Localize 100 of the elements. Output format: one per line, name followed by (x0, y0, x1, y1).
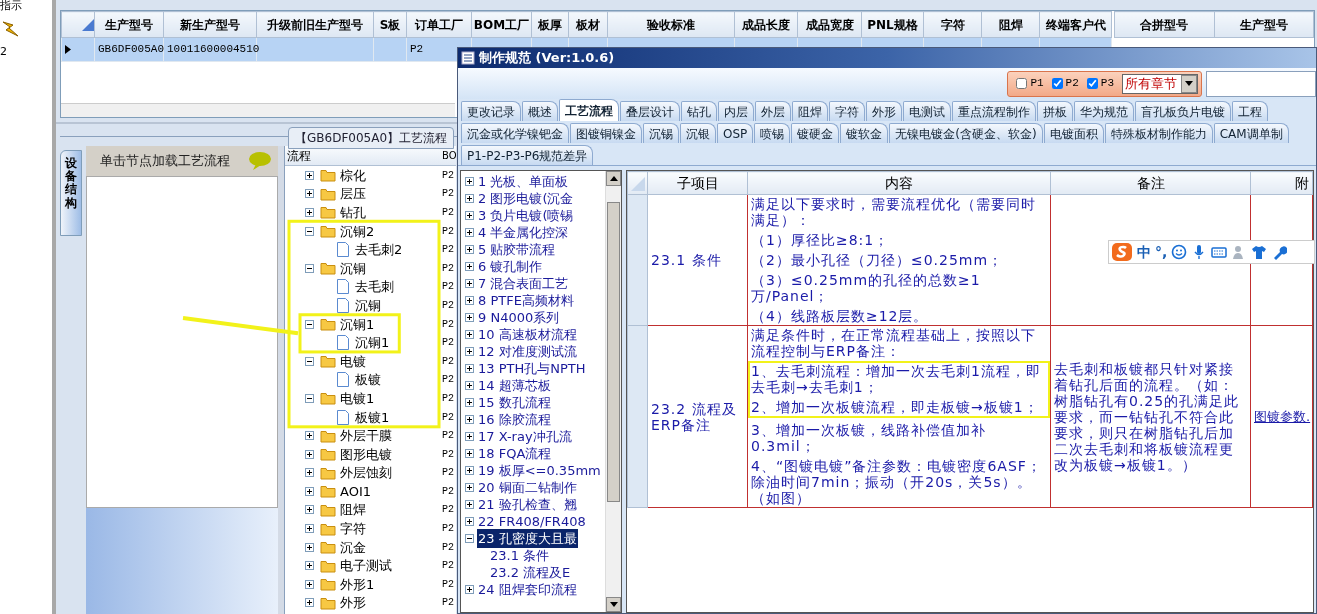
tree-item[interactable]: 23 孔密度大且最 (477, 528, 578, 549)
column-header[interactable]: 板材 (568, 11, 608, 38)
expand-icon[interactable] (305, 486, 314, 496)
column-header[interactable]: 流程 (285, 146, 442, 165)
tree-item[interactable]: 电子测试 (340, 559, 392, 573)
expand-icon[interactable] (465, 483, 474, 492)
collapse-icon[interactable] (305, 393, 314, 403)
checkbox-label[interactable]: P3 (1100, 75, 1114, 92)
tree-item[interactable]: 外层干膜 (340, 429, 392, 443)
tree-item[interactable]: 字符 (340, 522, 366, 536)
expand-icon[interactable] (305, 208, 314, 217)
tab[interactable]: 无镍电镀金(含硬金、软金) (889, 123, 1043, 143)
tab[interactable]: 镀硬金 (791, 123, 840, 143)
tab[interactable]: 外形 (866, 101, 902, 121)
checkbox[interactable] (1086, 78, 1098, 89)
expand-icon[interactable] (465, 194, 474, 203)
column-header[interactable]: 生产型号 (1214, 11, 1314, 38)
expand-icon[interactable] (305, 468, 314, 478)
tree-item[interactable]: 外层蚀刻 (340, 466, 392, 480)
expand-icon[interactable] (465, 415, 474, 424)
tree-item[interactable]: 外形1 (340, 577, 375, 591)
vertical-scrollbar[interactable] (605, 171, 621, 612)
tab[interactable]: CAM调单制 (1213, 123, 1289, 143)
column-header[interactable]: 验收标准 (607, 11, 735, 38)
tree-item[interactable]: 阻焊 (340, 503, 366, 517)
ime-label[interactable]: 中 (1137, 241, 1151, 263)
expand-icon[interactable] (465, 364, 474, 373)
tree-item[interactable]: 层压 (340, 187, 366, 201)
expand-icon[interactable] (465, 398, 474, 407)
column-header[interactable]: 板厚 (531, 11, 569, 38)
smiley-icon[interactable] (1171, 244, 1188, 260)
tab[interactable]: 钻孔 (681, 101, 717, 121)
checkbox-label[interactable]: P2 (1065, 75, 1079, 92)
tree-item[interactable]: AOI1 (340, 484, 371, 498)
column-header[interactable]: 新生产型号 (163, 11, 257, 38)
column-header[interactable]: BOM工厂 (471, 11, 532, 38)
tree-item[interactable]: 沉铜 (355, 298, 381, 312)
tab[interactable]: 内层 (718, 101, 754, 121)
checkbox[interactable] (1016, 78, 1028, 89)
expand-icon[interactable] (305, 542, 314, 552)
tree-item[interactable]: 电镀1 (340, 391, 375, 405)
column-header[interactable]: PNL规格 (861, 11, 924, 38)
collapse-icon[interactable] (305, 226, 314, 236)
keyboard-icon[interactable] (1211, 244, 1228, 260)
tab[interactable]: 沉金或化学镍钯金 (461, 123, 569, 143)
column-header[interactable]: 成品长度 (734, 11, 798, 38)
column-header[interactable]: 终端客户代 (1039, 11, 1112, 38)
collapse-icon[interactable] (305, 319, 314, 329)
expand-icon[interactable] (465, 296, 474, 305)
checkbox-label[interactable]: P1 (1030, 75, 1044, 92)
column-header[interactable]: 成品宽度 (797, 11, 862, 38)
tab[interactable]: 拼板 (1037, 101, 1073, 121)
tab[interactable]: 重点流程制作 (952, 101, 1036, 121)
column-header[interactable]: 字符 (923, 11, 982, 38)
horizontal-scrollbar[interactable] (61, 103, 455, 117)
collapse-icon[interactable] (305, 356, 314, 366)
column-header[interactable]: 附 (1250, 171, 1313, 195)
tab[interactable]: OSP (717, 123, 754, 143)
column-header[interactable]: 内容 (747, 171, 1051, 195)
tree-item[interactable]: 板镀1 (355, 410, 390, 424)
expand-icon[interactable] (465, 517, 474, 526)
side-tab[interactable]: 设备结构 (60, 150, 82, 236)
collapse-icon[interactable] (305, 263, 314, 273)
ime-logo-icon[interactable] (1111, 242, 1133, 262)
tab[interactable]: 工艺流程 (559, 99, 619, 121)
tab[interactable]: 沉银 (680, 123, 716, 143)
expand-icon[interactable] (305, 449, 314, 459)
tab[interactable]: 沉锡 (643, 123, 679, 143)
tab[interactable]: 外层 (755, 101, 791, 121)
tree-item[interactable]: 沉铜2 (340, 224, 375, 238)
expand-icon[interactable] (465, 330, 474, 339)
expand-icon[interactable] (305, 598, 314, 608)
expand-icon[interactable] (465, 228, 474, 237)
expand-icon[interactable] (465, 347, 474, 356)
expand-icon[interactable] (465, 585, 474, 594)
expand-icon[interactable] (465, 432, 474, 441)
tree-item[interactable]: 外形 (340, 596, 366, 610)
tree-item[interactable]: 棕化 (340, 168, 366, 182)
expand-icon[interactable] (465, 177, 474, 186)
tree-item[interactable]: 沉铜1 (340, 317, 375, 331)
tree-item[interactable]: 电镀 (340, 354, 366, 368)
tree-item[interactable]: 沉铜 (340, 261, 366, 275)
tree-item[interactable]: 去毛刺2 (355, 243, 403, 257)
expand-icon[interactable] (465, 245, 474, 254)
tab[interactable]: 盲孔板负片电镀 (1135, 101, 1231, 121)
tree-item[interactable]: 板镀 (355, 373, 381, 387)
collapse-icon[interactable] (465, 534, 474, 543)
tab[interactable]: 字符 (829, 101, 865, 121)
chapter-dropdown[interactable]: 所有章节 (1122, 73, 1198, 94)
tab[interactable]: 工程 (1232, 101, 1268, 121)
input-field[interactable] (1206, 70, 1316, 97)
expand-icon[interactable] (465, 500, 474, 509)
tab[interactable]: 电测试 (903, 101, 951, 121)
tree-item[interactable]: 图形电镀 (340, 447, 392, 461)
tab[interactable]: 阻焊 (792, 101, 828, 121)
column-header[interactable]: BO (442, 148, 456, 163)
checkbox[interactable] (1051, 78, 1063, 89)
expand-icon[interactable] (305, 579, 314, 589)
shirt-icon[interactable] (1251, 244, 1268, 260)
tree-item[interactable]: 钻孔 (340, 206, 366, 219)
